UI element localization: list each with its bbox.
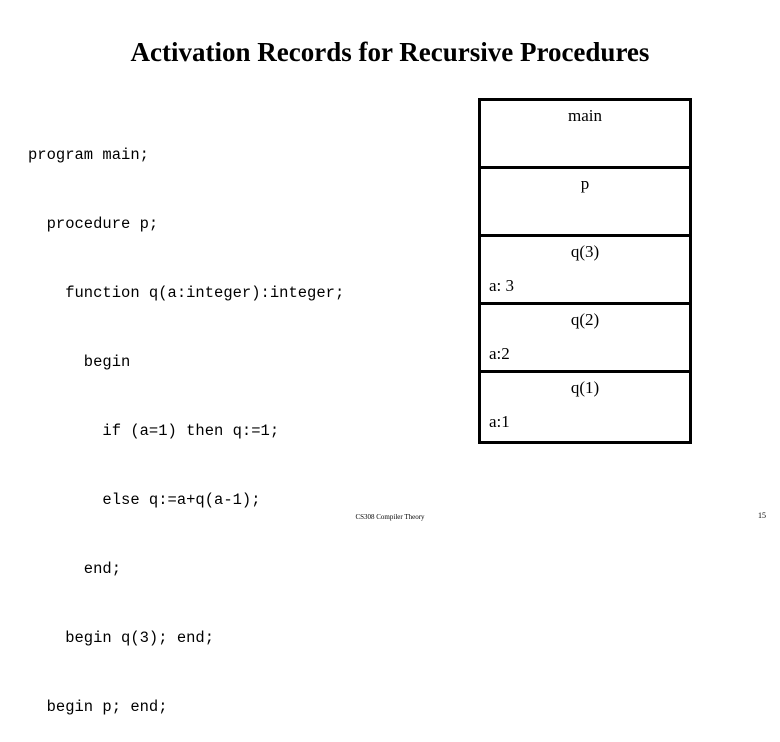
- frame-name-label: p: [580, 174, 590, 193]
- code-line: if (a=1) then q:=1;: [28, 422, 280, 440]
- frame-name-label: main: [568, 106, 602, 125]
- frame-name-label: q(3): [570, 242, 600, 261]
- source-code-block: program main; procedure p; function q(a:…: [28, 98, 458, 742]
- activation-record-frame: main: [481, 101, 689, 169]
- frame-name-label: q(1): [570, 378, 600, 397]
- activation-record-frame: q(2) a:2: [481, 305, 689, 373]
- code-line: procedure p;: [28, 215, 159, 233]
- page-title: Activation Records for Recursive Procedu…: [130, 37, 650, 67]
- frame-variable-label: a:1: [489, 412, 510, 431]
- code-line: end;: [28, 560, 122, 578]
- activation-record-frame: q(1) a:1: [481, 373, 689, 441]
- frame-variable-label: a: 3: [489, 276, 515, 295]
- code-line: begin p; end;: [28, 698, 168, 716]
- code-line: begin: [28, 353, 131, 371]
- page-number: 15: [758, 511, 766, 520]
- code-line: program main;: [28, 146, 149, 164]
- activation-record-frame: q(3) a: 3: [481, 237, 689, 305]
- code-line: else q:=a+q(a-1);: [28, 491, 261, 509]
- footer-course-label: CS308 Compiler Theory: [355, 513, 425, 521]
- activation-record-stack: main p q(3) a: 3 q(2) a:2 q(1) a:1: [478, 98, 692, 444]
- activation-record-frame: p: [481, 169, 689, 237]
- code-line: begin q(3); end;: [28, 629, 215, 647]
- frame-name-label: q(2): [570, 310, 600, 329]
- frame-variable-label: a:2: [489, 344, 510, 363]
- code-line: function q(a:integer):integer;: [28, 284, 345, 302]
